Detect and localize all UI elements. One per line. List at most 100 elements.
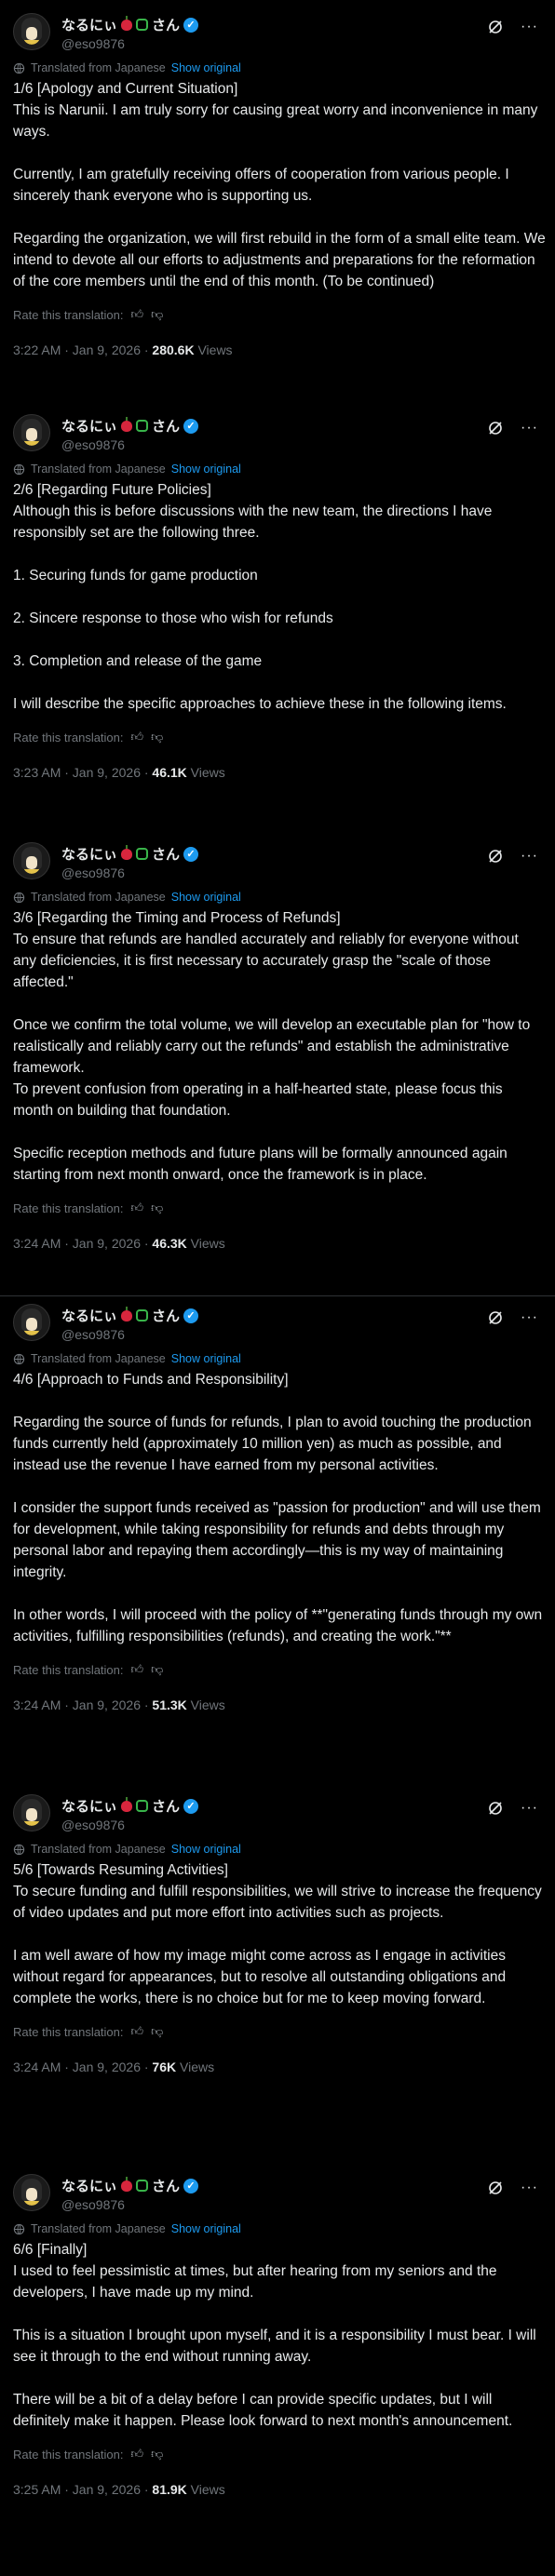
apple-icon	[121, 15, 133, 31]
thumbs-up-icon[interactable]: 👍︎	[131, 307, 144, 322]
rate-translation: Rate this translation: 👍︎ 👎︎	[13, 2445, 546, 2463]
avatar[interactable]	[13, 1304, 50, 1341]
author-names: なるにぃ さん ✓ @eso9876	[61, 2176, 199, 2212]
green-emoji-icon	[136, 1309, 149, 1322]
display-name[interactable]: なるにぃ さん ✓	[61, 1796, 199, 1816]
author-names: なるにぃ さん ✓ @eso9876	[61, 1306, 199, 1342]
thumbs-down-icon[interactable]: 👎︎	[151, 307, 163, 322]
handle[interactable]: @eso9876	[61, 2197, 198, 2212]
views-count: 46.3K	[152, 1236, 187, 1251]
show-original-link[interactable]: Show original	[171, 2222, 241, 2235]
display-name-suffix: さん	[152, 2179, 181, 2194]
verified-badge-icon: ✓	[183, 2178, 199, 2194]
show-original-link[interactable]: Show original	[171, 1352, 241, 1365]
grok-icon[interactable]	[487, 19, 504, 35]
green-emoji-icon	[136, 420, 149, 432]
timestamp[interactable]: 3:25 AM · Jan 9, 2026 ·	[13, 2482, 152, 2497]
thumbs-up-icon[interactable]: 👍︎	[131, 730, 144, 745]
globe-icon	[13, 2223, 25, 2234]
tweet-body: 1/6 [Apology and Current Situation] This…	[13, 81, 546, 289]
thumbs-down-icon[interactable]: 👎︎	[151, 2024, 163, 2039]
author-names: なるにぃ さん ✓ @eso9876	[61, 15, 199, 51]
tweet: なるにぃ さん ✓ @eso9876 ··· Translated from J…	[0, 407, 555, 780]
grok-icon[interactable]	[487, 1309, 504, 1326]
handle[interactable]: @eso9876	[61, 437, 198, 452]
translation-banner: Translated from Japanese Show original	[13, 1350, 546, 1367]
grok-icon[interactable]	[487, 2180, 504, 2196]
avatar[interactable]	[13, 1794, 50, 1831]
tweet-body: 3/6 [Regarding the Timing and Process of…	[13, 910, 531, 1183]
verified-badge-icon: ✓	[183, 1308, 199, 1323]
tweet-body: 6/6 [Finally] I used to feel pessimistic…	[13, 2242, 536, 2429]
show-original-link[interactable]: Show original	[171, 891, 241, 904]
views-label: Views	[186, 765, 225, 780]
handle[interactable]: @eso9876	[61, 865, 198, 880]
display-name-text: なるにぃ	[61, 18, 118, 34]
timestamp[interactable]: 3:24 AM · Jan 9, 2026 ·	[13, 2059, 152, 2074]
globe-icon	[13, 62, 25, 74]
timestamp[interactable]: 3:23 AM · Jan 9, 2026 ·	[13, 765, 152, 780]
display-name[interactable]: なるにぃ さん ✓	[61, 2176, 199, 2195]
timestamp[interactable]: 3:24 AM · Jan 9, 2026 ·	[13, 1697, 152, 1712]
timestamp[interactable]: 3:24 AM · Jan 9, 2026 ·	[13, 1236, 152, 1251]
more-icon[interactable]: ···	[521, 2180, 538, 2196]
grok-icon[interactable]	[487, 1800, 504, 1817]
handle[interactable]: @eso9876	[61, 1818, 198, 1832]
display-name-text: なるにぃ	[61, 419, 118, 435]
handle[interactable]: @eso9876	[61, 36, 198, 51]
display-name[interactable]: なるにぃ さん ✓	[61, 416, 199, 436]
display-name[interactable]: なるにぃ さん ✓	[61, 15, 199, 34]
show-original-link[interactable]: Show original	[171, 1843, 241, 1856]
views-label: Views	[194, 342, 233, 357]
more-icon[interactable]: ···	[521, 1800, 538, 1817]
handle[interactable]: @eso9876	[61, 1327, 198, 1342]
tweet-meta: 3:25 AM · Jan 9, 2026 · 81.9K Views	[13, 2482, 546, 2497]
views-label: Views	[186, 1236, 225, 1251]
translation-banner: Translated from Japanese Show original	[13, 60, 546, 76]
tweet-header: なるにぃ さん ✓ @eso9876 ···	[13, 407, 546, 459]
translation-banner: Translated from Japanese Show original	[13, 2220, 546, 2237]
more-icon[interactable]: ···	[521, 1309, 538, 1326]
author-names: なるにぃ さん ✓ @eso9876	[61, 844, 199, 880]
green-emoji-icon	[136, 19, 149, 31]
thumbs-up-icon[interactable]: 👍︎	[131, 1662, 144, 1677]
display-name[interactable]: なるにぃ さん ✓	[61, 1306, 199, 1325]
display-name[interactable]: なるにぃ さん ✓	[61, 844, 199, 864]
globe-icon	[13, 1844, 25, 1855]
show-original-link[interactable]: Show original	[171, 61, 241, 74]
tweet: なるにぃ さん ✓ @eso9876 ··· Translated from J…	[0, 6, 555, 357]
tweet-header: なるにぃ さん ✓ @eso9876 ···	[13, 1787, 546, 1839]
display-name-suffix: さん	[152, 1308, 181, 1324]
avatar[interactable]	[13, 13, 50, 50]
display-name-suffix: さん	[152, 847, 181, 863]
rate-label: Rate this translation:	[13, 2447, 124, 2462]
show-original-link[interactable]: Show original	[171, 463, 241, 476]
thumbs-down-icon[interactable]: 👎︎	[151, 2447, 163, 2462]
thumbs-up-icon[interactable]: 👍︎	[131, 2024, 144, 2039]
thumbs-down-icon[interactable]: 👎︎	[151, 730, 163, 745]
grok-icon[interactable]	[487, 848, 504, 865]
thumbs-down-icon[interactable]: 👎︎	[151, 1201, 163, 1215]
avatar[interactable]	[13, 2174, 50, 2211]
green-emoji-icon	[136, 2180, 149, 2192]
avatar[interactable]	[13, 414, 50, 451]
thumbs-up-icon[interactable]: 👍︎	[131, 1201, 144, 1215]
display-name-text: なるにぃ	[61, 1308, 118, 1324]
grok-icon[interactable]	[487, 420, 504, 436]
thumbs-down-icon[interactable]: 👎︎	[151, 1662, 163, 1677]
avatar[interactable]	[13, 842, 50, 879]
tweet-meta: 3:24 AM · Jan 9, 2026 · 76K Views	[13, 2059, 546, 2074]
rate-label: Rate this translation:	[13, 1201, 124, 1215]
more-icon[interactable]: ···	[521, 19, 538, 35]
timestamp[interactable]: 3:22 AM · Jan 9, 2026 ·	[13, 342, 152, 357]
more-icon[interactable]: ···	[521, 848, 538, 865]
translation-banner: Translated from Japanese Show original	[13, 889, 546, 906]
green-emoji-icon	[136, 848, 149, 860]
thumbs-up-icon[interactable]: 👍︎	[131, 2447, 144, 2462]
green-emoji-icon	[136, 1800, 149, 1812]
more-icon[interactable]: ···	[521, 420, 538, 436]
rate-translation: Rate this translation: 👍︎ 👎︎	[13, 1199, 546, 1217]
author-names: なるにぃ さん ✓ @eso9876	[61, 416, 199, 452]
display-name-text: なるにぃ	[61, 1799, 118, 1815]
views-label: Views	[186, 1697, 225, 1712]
